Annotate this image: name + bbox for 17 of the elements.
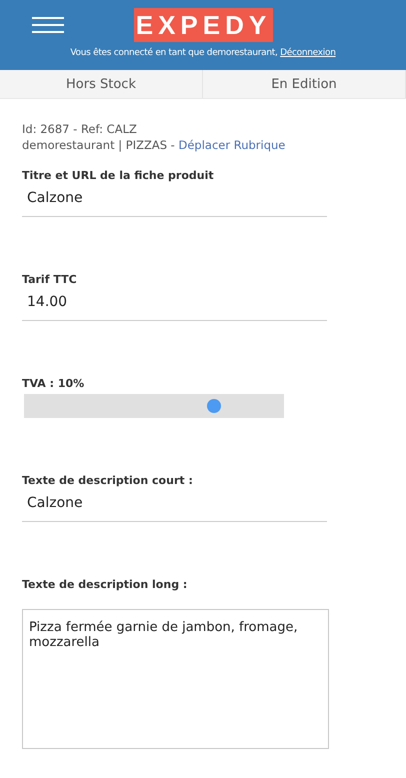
field-label: Texte de description court : <box>22 474 194 487</box>
field-label: Tarif TTC <box>22 273 78 286</box>
move-link[interactable]: Déplacer Rubrique <box>178 138 286 152</box>
slider-thumb[interactable] <box>206 399 221 413</box>
login-text: Vous êtes connecté en tant que demorestaurant, <box>70 48 278 58</box>
logout-link[interactable]: Déconnexion <box>280 48 336 58</box>
field-label: Texte de description long : <box>22 578 188 591</box>
menu-icon[interactable] <box>32 17 64 33</box>
text-area[interactable]: Pizza fermée garnie de jambon, fromage, mozzarella <box>22 609 329 749</box>
tab[interactable]: En Edition <box>203 70 406 98</box>
field-label: Titre et URL de la fiche produit <box>22 169 215 182</box>
logo: EXPEDY <box>134 8 273 42</box>
field-label: TVA : 10% <box>22 377 86 390</box>
category-text: demorestaurant | PIZZAS - <box>22 138 175 152</box>
slider-track[interactable] <box>24 394 284 418</box>
product-id: Id: 2687 - Ref: CALZ <box>22 121 138 137</box>
tab[interactable]: Hors Stock <box>0 70 203 98</box>
